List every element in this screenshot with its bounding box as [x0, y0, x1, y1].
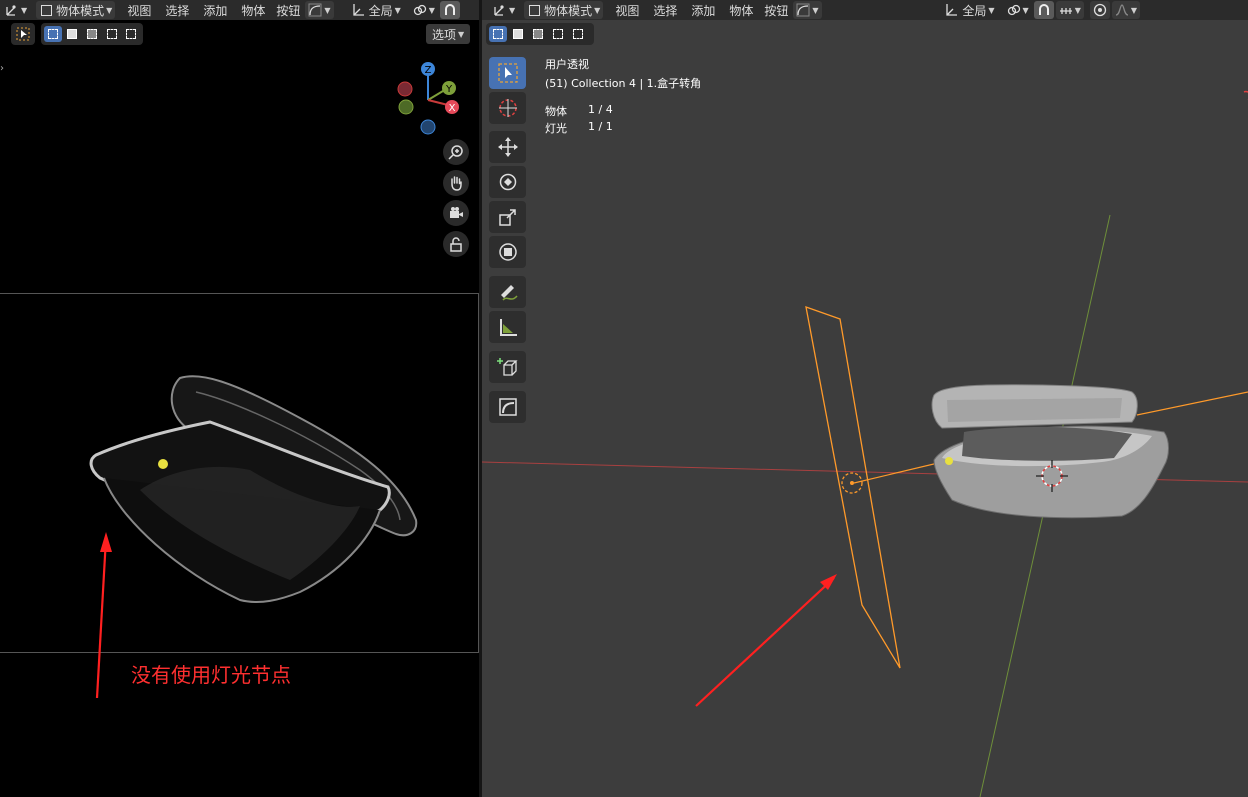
stat-objects-label: 物体: [545, 105, 567, 118]
annotation-label: 没有使用灯光节点: [131, 663, 291, 687]
orientation-icon: [946, 4, 958, 16]
falloff-button[interactable]: ▼: [1111, 1, 1140, 19]
chevron-down-icon: ▼: [1022, 5, 1029, 15]
view-name: 用户透视: [545, 58, 589, 71]
select-extend-icon: [513, 29, 523, 39]
x-axis-line: [482, 461, 1248, 483]
left-viewport[interactable]: ▼ 物体模式 ▼ 视图 选择 添加 物体 按钮 ▼ 全局 ▼ ▼ 选项 ▼ › …: [0, 0, 479, 797]
select-invert-button[interactable]: [549, 26, 567, 42]
editor-type-button[interactable]: ▼: [490, 1, 518, 19]
measure-tool[interactable]: [489, 311, 526, 343]
select-box-tool[interactable]: [489, 57, 526, 89]
chevron-down-icon: ▼: [509, 5, 516, 15]
mode-select[interactable]: 物体模式 ▼: [524, 1, 604, 19]
y-axis-line: [979, 214, 1111, 797]
area-light-outline: [805, 306, 901, 669]
light-origin-circle: [841, 472, 863, 494]
proportional-edit-toggle[interactable]: [1089, 1, 1110, 19]
snap-increment-icon: [1059, 8, 1072, 14]
select-new-button[interactable]: [489, 26, 507, 42]
falloff-curve-icon: [1115, 4, 1129, 16]
chevron-down-icon: ▼: [988, 5, 995, 15]
chevron-down-icon: ▼: [1074, 5, 1081, 15]
object-mode-icon: [527, 3, 541, 17]
select-new-icon: [493, 29, 503, 39]
annotate-tool[interactable]: [489, 276, 526, 308]
cursor-tool[interactable]: [489, 92, 526, 124]
add-cube-tool[interactable]: [489, 351, 526, 383]
select-subtract-icon: [533, 29, 543, 39]
proportional-edit-icon: [1093, 3, 1106, 17]
pivot-button[interactable]: ▼: [1004, 1, 1032, 19]
axis-editor-icon: [494, 5, 504, 16]
transform-orientation-select[interactable]: 全局 ▼: [941, 1, 997, 19]
select-extend-button[interactable]: [509, 26, 527, 42]
3d-cursor: [1041, 465, 1063, 487]
snap-mode-button[interactable]: ▼: [793, 1, 822, 19]
menu-view[interactable]: 视图: [609, 1, 645, 19]
add-cube-icon: [496, 358, 518, 376]
transform-icon: [498, 243, 517, 261]
selection-mode-group: [486, 23, 594, 45]
stat-lights-label: 灯光: [545, 122, 567, 135]
stat-objects-value: 1 / 4: [588, 103, 613, 116]
light-origin-dot: [158, 459, 168, 469]
magnet-icon: [1038, 4, 1049, 15]
collection-info: (51) Collection 4 | 1.盒子转角: [545, 77, 702, 90]
select-invert-icon: [553, 29, 563, 39]
rotate-tool[interactable]: [489, 166, 526, 198]
select-intersect-button[interactable]: [569, 26, 587, 42]
transform-tool[interactable]: [489, 236, 526, 268]
move-tool[interactable]: [489, 131, 526, 163]
rotate-icon: [499, 173, 516, 191]
ruler-icon: [499, 319, 517, 336]
mode-label: 物体模式: [544, 3, 593, 18]
select-subtract-button[interactable]: [529, 26, 547, 42]
3d-cursor-icon: [498, 99, 517, 117]
chevron-down-icon: ▼: [812, 5, 819, 15]
transform-label: 全局: [962, 3, 987, 18]
right-header: ▼ 物体模式 ▼ 视图 选择 添加 物体 按钮 ▼ 全局 ▼ ▼ ▼ ▼: [482, 0, 1248, 20]
link-icon: [1007, 4, 1020, 16]
light-origin-dot: [945, 457, 953, 465]
curve-icon: [796, 3, 810, 17]
stat-lights-value: 1 / 1: [588, 120, 613, 133]
scale-tool[interactable]: [489, 201, 526, 233]
curve-edit-icon: [498, 398, 517, 416]
pencil-icon: [500, 285, 518, 301]
menu-object[interactable]: 物体: [723, 1, 759, 19]
curve-tool[interactable]: [489, 391, 526, 423]
scale-icon: [498, 209, 516, 226]
chevron-down-icon: ▼: [1130, 5, 1137, 15]
select-intersect-icon: [573, 29, 583, 39]
select-box-icon: [497, 63, 518, 83]
chevron-down-icon: ▼: [594, 5, 601, 15]
menu-buttons[interactable]: 按钮: [761, 1, 791, 19]
right-viewport[interactable]: ▼ 物体模式 ▼ 视图 选择 添加 物体 按钮 ▼ 全局 ▼ ▼ ▼ ▼ 用户透…: [482, 0, 1248, 797]
snap-target-button[interactable]: ▼: [1055, 1, 1084, 19]
snap-toggle[interactable]: [1033, 1, 1054, 19]
menu-add[interactable]: 添加: [685, 1, 721, 19]
menu-select[interactable]: 选择: [647, 1, 683, 19]
move-arrows-icon: [497, 137, 518, 157]
